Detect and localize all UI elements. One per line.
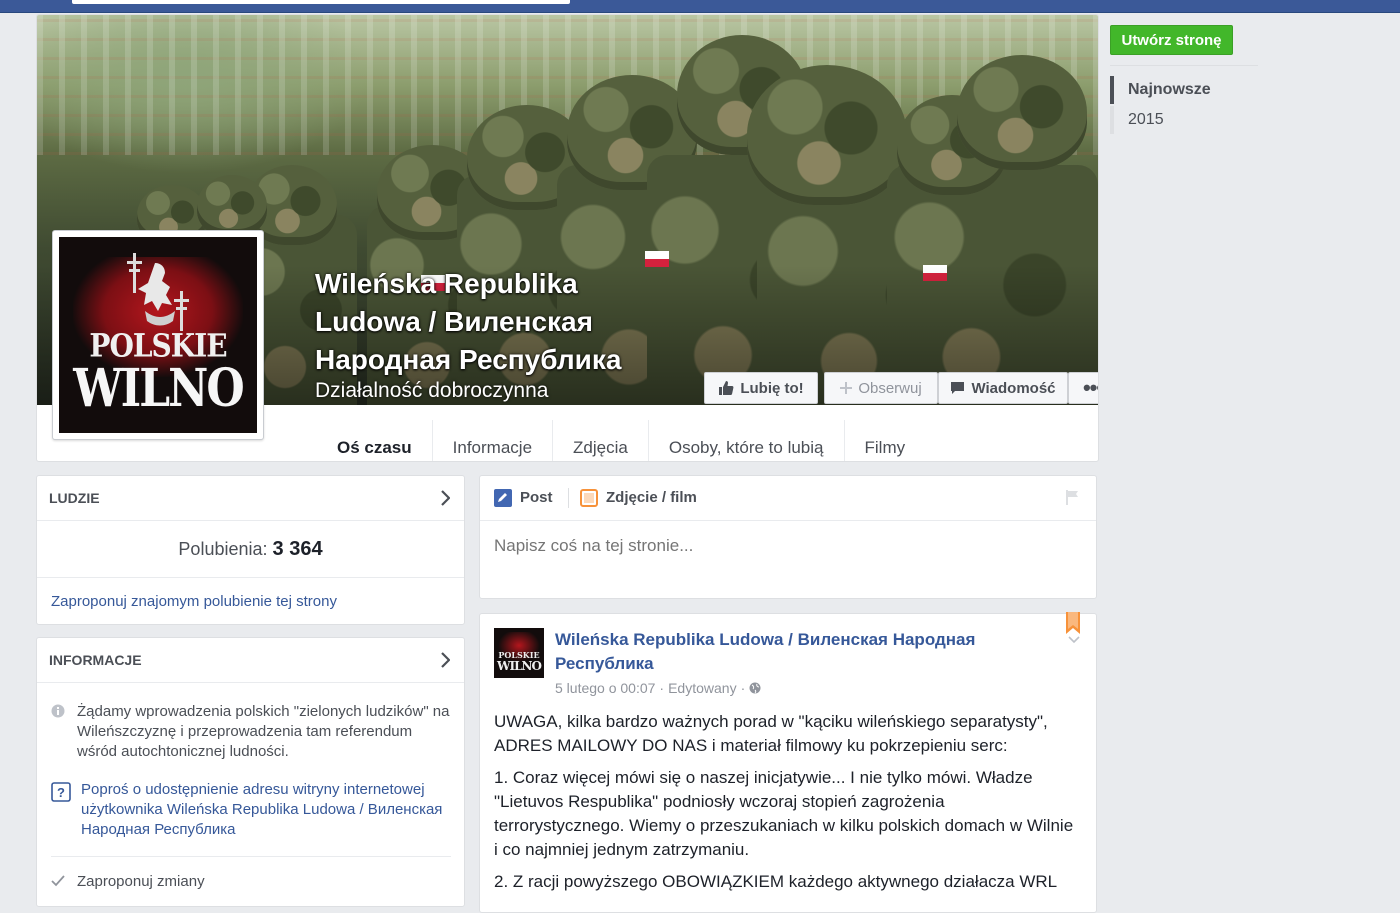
- profile-picture-image: POLSKIE WILNO: [59, 237, 257, 433]
- post-composer: Post Zdjęcie / film: [479, 475, 1097, 599]
- invite-friends-link[interactable]: Zaproponuj znajomym polubienie tej stron…: [37, 578, 464, 626]
- feed-post: POLSKIE WILNO Wileńska Republika Ludowa …: [479, 612, 1097, 913]
- more-options-button[interactable]: •••: [1068, 372, 1098, 404]
- page-description: Żądamy wprowadzenia polskich "zielonych …: [51, 702, 451, 762]
- people-card-header[interactable]: LUDZIE: [37, 476, 464, 521]
- tab-photos[interactable]: Zdjęcia: [553, 420, 649, 461]
- search-input[interactable]: [72, 0, 570, 4]
- cover-helmet: [747, 65, 907, 205]
- question-mark-icon: ?: [51, 782, 71, 802]
- composer-tab-divider: [568, 488, 569, 508]
- top-navigation-bar: [0, 0, 1400, 13]
- cover-helmet: [197, 175, 267, 237]
- like-button[interactable]: Lubię to!: [704, 372, 818, 404]
- composer-tab-post[interactable]: Post: [494, 476, 553, 520]
- composer-tab-photo-label: Zdjęcie / film: [606, 489, 697, 506]
- about-card: INFORMACJE Żądamy wprowadzenia polskich …: [36, 637, 465, 907]
- composer-tab-post-label: Post: [520, 489, 553, 506]
- post-author-avatar[interactable]: POLSKIE WILNO: [494, 628, 544, 678]
- people-card: LUDZIE Polubienia: 3 364 Zaproponuj znaj…: [36, 475, 465, 625]
- post-edited[interactable]: Edytowany: [668, 680, 736, 696]
- tab-timeline[interactable]: Oś czasu: [317, 420, 433, 461]
- post-date[interactable]: 5 lutego o 00:07: [555, 680, 655, 696]
- post-author-name[interactable]: Wileńska Republika Ludowa / Виленская На…: [555, 628, 1025, 676]
- page-tabs: Oś czasu Informacje Zdjęcia Osoby, które…: [317, 420, 926, 461]
- bookmark-icon[interactable]: [1066, 612, 1080, 634]
- cover-helmet: [957, 55, 1087, 170]
- chevron-right-icon: [441, 490, 450, 506]
- chevron-down-icon[interactable]: [1068, 636, 1080, 644]
- tab-likes[interactable]: Osoby, które to lubią: [649, 420, 845, 461]
- post-paragraph-3: 2. Z racji powyższego OBOWIĄZKIEM każdeg…: [494, 872, 1058, 891]
- composer-tabs: Post Zdjęcie / film: [480, 476, 1096, 521]
- checkmark-icon: [51, 875, 65, 887]
- ask-website-text: Poproś o udostępnienie adresu witryny in…: [81, 781, 443, 838]
- likes-label: Polubienia:: [178, 539, 268, 559]
- tab-about[interactable]: Informacje: [433, 420, 554, 461]
- thumbs-up-icon: [719, 381, 734, 395]
- avatar-text-bottom: WILNO: [497, 659, 542, 673]
- message-icon: [951, 382, 965, 394]
- timeline-nav-recent[interactable]: Najnowsze: [1110, 76, 1260, 104]
- page-category[interactable]: Działalność dobroczynna: [315, 379, 548, 403]
- suggest-edits-link[interactable]: Zaproponuj zmiany: [51, 872, 205, 892]
- about-card-title: INFORMACJE: [49, 652, 142, 668]
- composer-tab-photo[interactable]: Zdjęcie / film: [580, 476, 697, 520]
- meta-separator: ·: [740, 680, 746, 696]
- sidebar-divider: [1110, 65, 1258, 66]
- tab-videos[interactable]: Filmy: [845, 420, 926, 461]
- about-divider: [51, 856, 451, 857]
- post-meta: 5 lutego o 00:07 · Edytowany ·: [555, 680, 761, 696]
- chevron-right-icon: [441, 652, 450, 668]
- globe-icon[interactable]: [749, 682, 761, 694]
- composer-input[interactable]: [494, 536, 1074, 556]
- profile-picture[interactable]: POLSKIE WILNO: [52, 230, 264, 440]
- plus-icon: [840, 382, 853, 394]
- create-page-button[interactable]: Utwórz stronę: [1110, 25, 1233, 55]
- svg-text:?: ?: [57, 785, 65, 800]
- post-paragraph-1: UWAGA, kilka bardzo ważnych porad w "kąc…: [494, 712, 1048, 755]
- follow-button-label: Obserwuj: [858, 379, 922, 397]
- about-card-header[interactable]: INFORMACJE: [37, 638, 464, 683]
- follow-button[interactable]: Obserwuj: [824, 372, 938, 404]
- meta-separator: ·: [659, 680, 665, 696]
- page-description-text: Żądamy wprowadzenia polskich "zielonych …: [77, 703, 450, 760]
- page-title[interactable]: Wileńska Republika Ludowa / Виленская На…: [315, 265, 675, 379]
- suggest-edits-text: Zaproponuj zmiany: [77, 873, 205, 890]
- timeline-nav-2015[interactable]: 2015: [1110, 106, 1260, 134]
- photo-icon: [580, 489, 598, 507]
- info-icon: [51, 704, 65, 718]
- profile-text-bottom: WILNO: [73, 357, 244, 420]
- pencil-icon: [494, 489, 512, 507]
- likes-count-row: Polubienia: 3 364: [37, 521, 464, 578]
- post-paragraph-2: 1. Coraz więcej mówi się o naszej inicja…: [494, 768, 1074, 859]
- people-card-title: LUDZIE: [49, 490, 100, 506]
- likes-count: 3 364: [272, 538, 323, 560]
- message-button[interactable]: Wiadomość: [938, 372, 1068, 404]
- more-dots-icon: •••: [1082, 375, 1098, 400]
- flag-icon[interactable]: [1064, 489, 1080, 505]
- message-button-label: Wiadomość: [971, 379, 1056, 397]
- like-button-label: Lubię to!: [740, 379, 804, 397]
- ask-website-link[interactable]: ? Poproś o udostępnienie adresu witryny …: [51, 780, 451, 840]
